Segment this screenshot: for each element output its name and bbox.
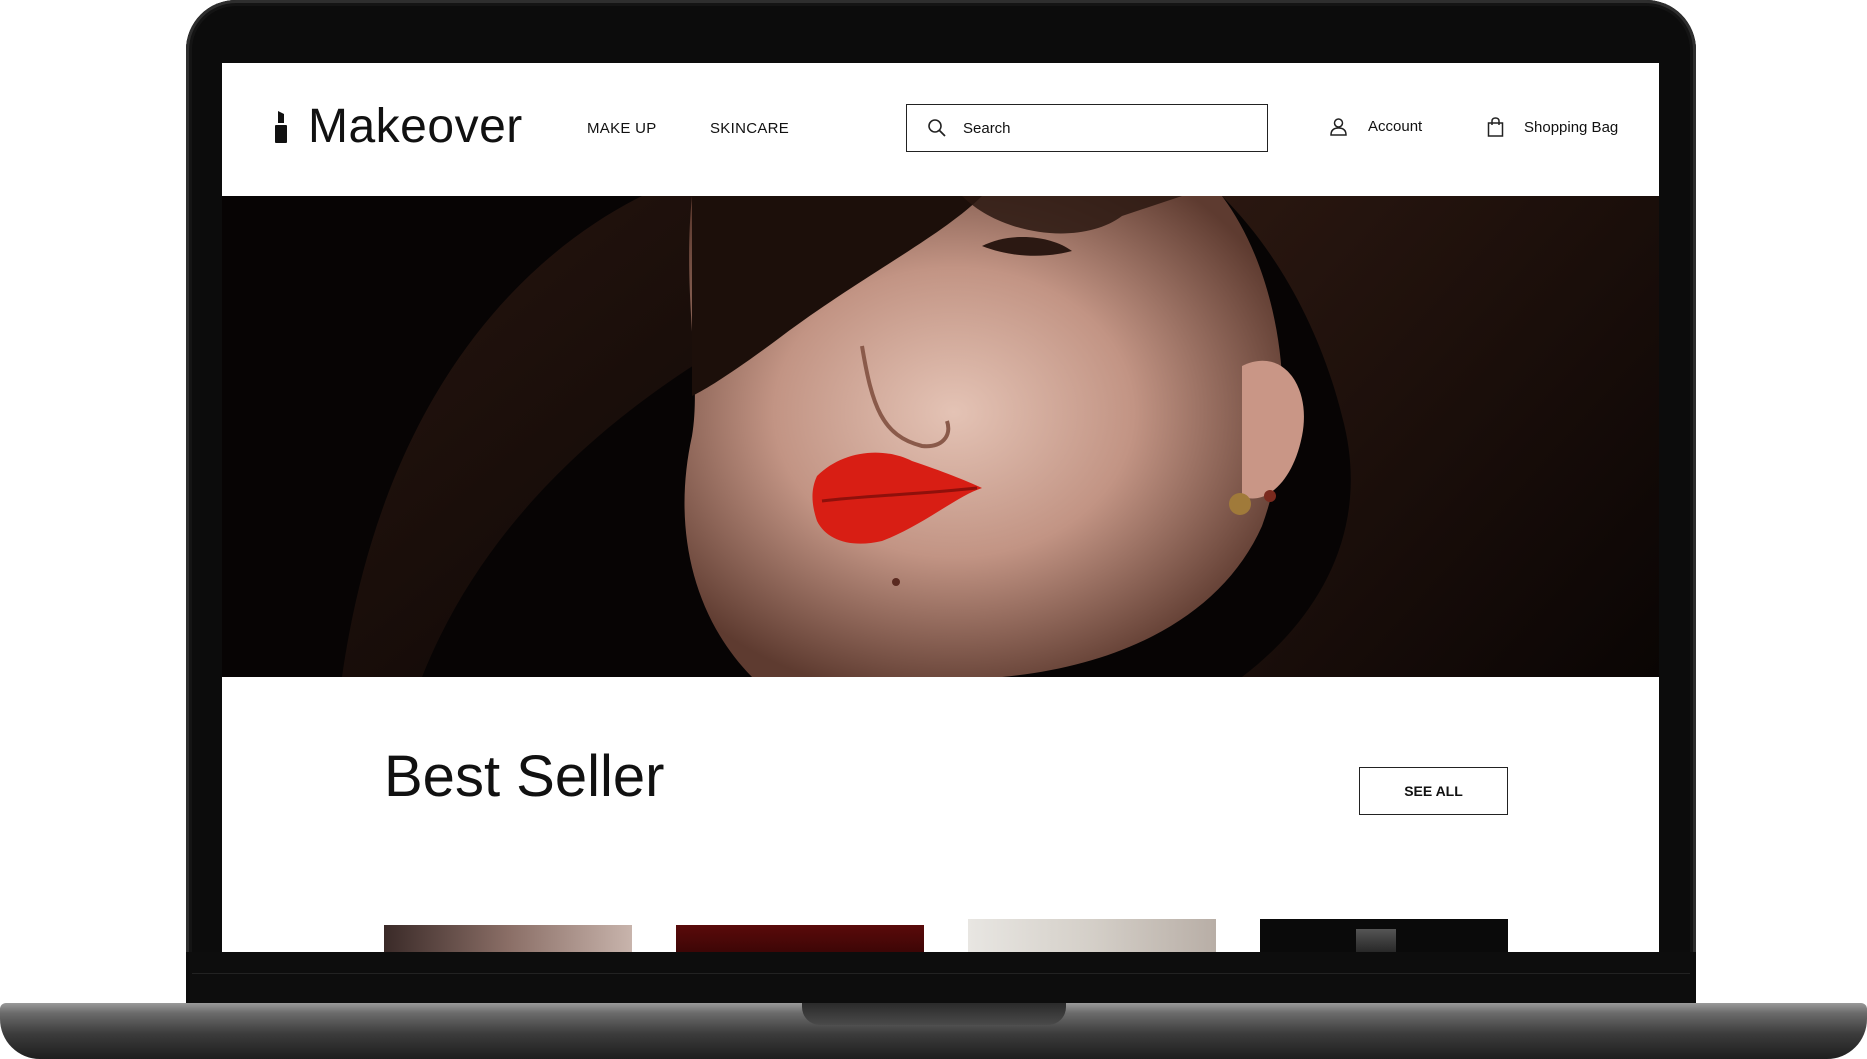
hero-banner-image (222, 196, 1659, 677)
search-box[interactable] (906, 104, 1268, 152)
user-icon (1330, 118, 1347, 136)
product-thumbnail (1356, 929, 1396, 952)
best-seller-title: Best Seller (384, 744, 665, 809)
laptop-screen: Makeover MAKE UP SKINCARE Account Shoppi… (222, 63, 1659, 952)
nav-item-makeup[interactable]: MAKE UP (587, 120, 657, 137)
lipstick-icon (275, 110, 287, 143)
bezel-divider (192, 973, 1690, 974)
account-link[interactable]: Account (1329, 117, 1422, 136)
search-icon (928, 119, 946, 137)
nav-item-skincare[interactable]: SKINCARE (710, 120, 789, 137)
brand-name: Makeover (308, 100, 523, 153)
site-header: Makeover MAKE UP SKINCARE Account Shoppi… (222, 63, 1659, 196)
product-card-1[interactable] (384, 925, 632, 952)
brand-logo[interactable]: Makeover (274, 99, 523, 154)
hero-portrait-illustration (222, 196, 1659, 677)
product-card-2[interactable] (676, 925, 924, 952)
account-label: Account (1368, 118, 1423, 135)
laptop-bottom-bezel (186, 952, 1696, 1003)
see-all-button[interactable]: SEE ALL (1359, 767, 1508, 815)
search-input[interactable] (961, 118, 1225, 138)
shopping-bag-icon (1487, 117, 1504, 137)
shopping-bag-label: Shopping Bag (1524, 118, 1619, 136)
product-card-4[interactable] (1260, 919, 1508, 952)
shopping-bag-link[interactable]: Shopping Bag (1487, 117, 1618, 137)
laptop-base-notch (802, 1003, 1066, 1025)
product-card-3[interactable] (968, 919, 1216, 952)
